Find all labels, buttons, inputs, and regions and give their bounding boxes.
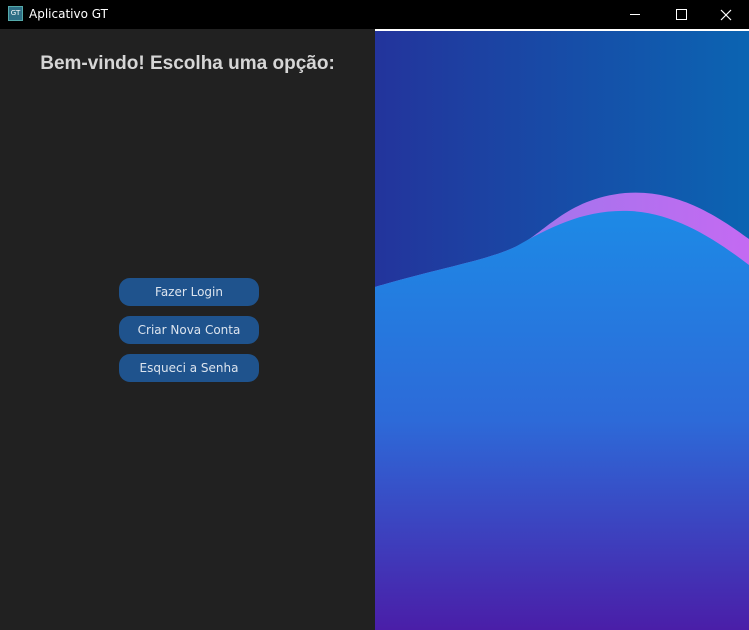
create-account-button-label: Criar Nova Conta	[137, 323, 241, 337]
forgot-password-button-label: Esqueci a Senha	[139, 361, 239, 375]
minimize-icon	[630, 14, 640, 15]
app-window: GT Aplicativo GT Bem-vindo! Escolha uma …	[0, 0, 749, 630]
app-icon: GT	[8, 6, 23, 21]
minimize-button[interactable]	[612, 0, 658, 29]
close-button[interactable]	[703, 0, 749, 29]
create-account-button[interactable]: Criar Nova Conta	[119, 316, 259, 344]
forgot-password-button[interactable]: Esqueci a Senha	[119, 354, 259, 382]
decorative-wave-panel	[375, 29, 749, 630]
panel-top-border	[375, 29, 749, 31]
window-title: Aplicativo GT	[29, 7, 108, 21]
login-button[interactable]: Fazer Login	[119, 278, 259, 306]
maximize-icon	[675, 9, 687, 20]
welcome-heading: Bem-vindo! Escolha uma opção:	[40, 53, 335, 74]
maximize-button[interactable]	[658, 0, 704, 29]
wave-illustration	[375, 29, 749, 630]
close-icon	[720, 9, 732, 20]
options-panel: Bem-vindo! Escolha uma opção: Fazer Logi…	[0, 29, 375, 630]
login-button-label: Fazer Login	[155, 285, 223, 299]
title-bar[interactable]: GT Aplicativo GT	[0, 0, 749, 29]
